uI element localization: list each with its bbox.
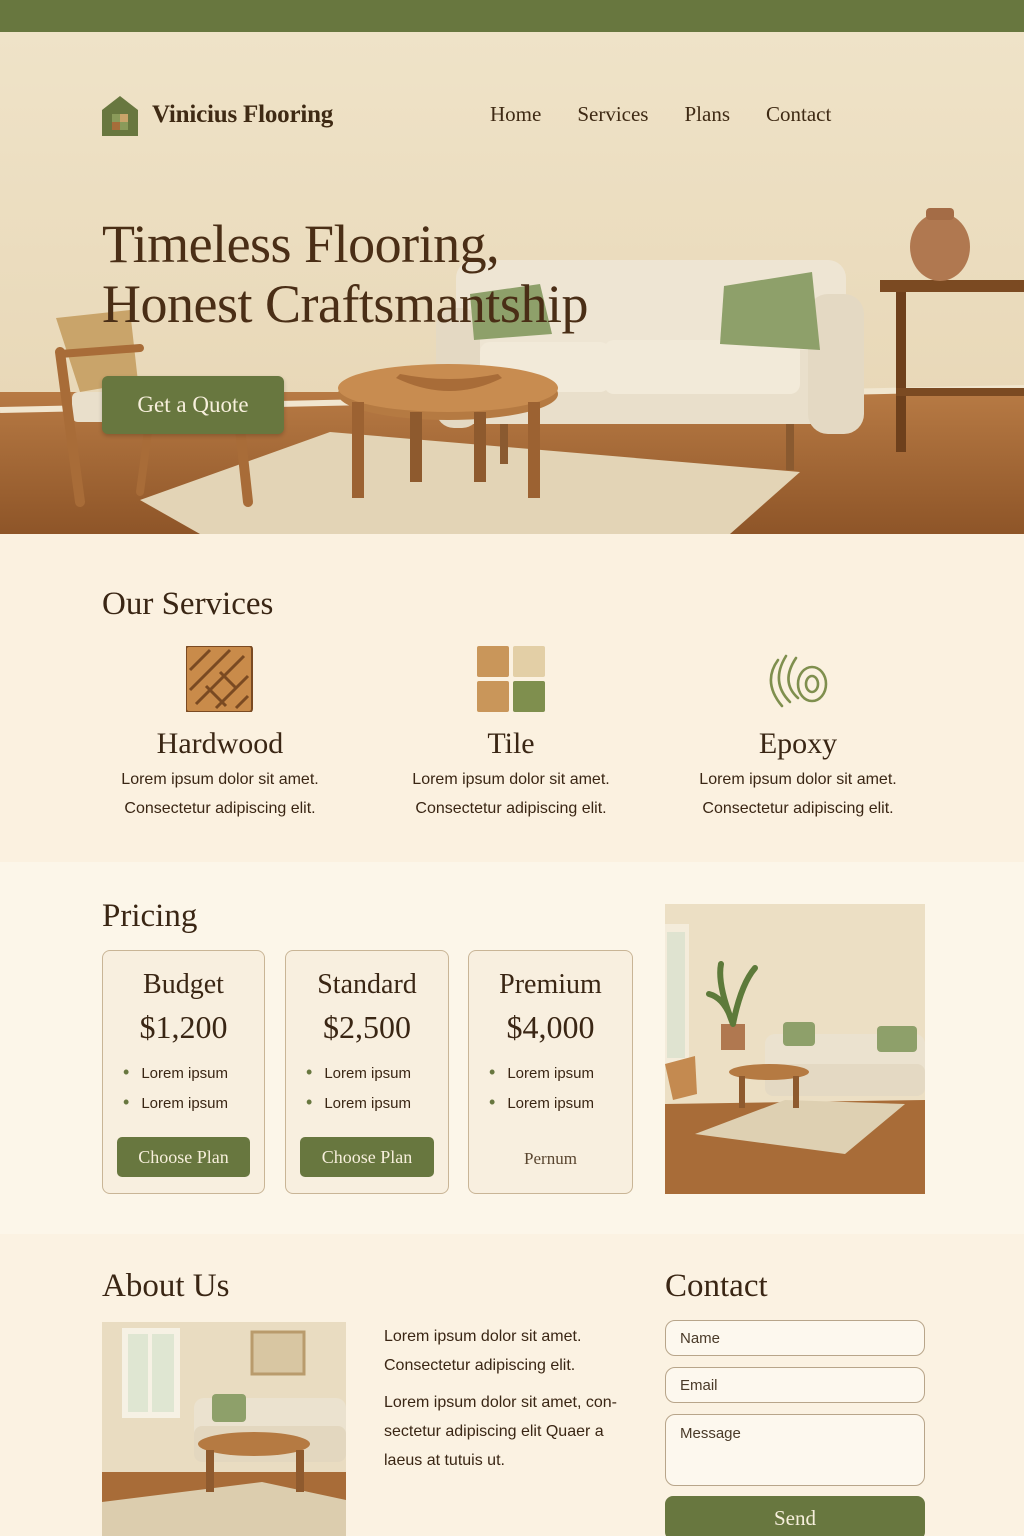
service-desc-line2: Consectetur adipiscing elit. bbox=[702, 800, 894, 817]
service-card-tile: Tile Lorem ipsum dolor sit amet. Consect… bbox=[381, 646, 641, 823]
choose-plan-button[interactable]: Choose Plan bbox=[117, 1137, 250, 1177]
plan-feature: Lorem ipsum bbox=[123, 1058, 264, 1088]
plan-card-premium: Premium $4,000 Lorem ipsum Lorem ipsum P… bbox=[468, 950, 633, 1194]
name-field[interactable]: Name bbox=[665, 1320, 925, 1356]
about-contact-section: About Us Lorem ipsum dolor sit amet. Con… bbox=[0, 1234, 1024, 1536]
service-desc-line1: Lorem ipsum dolor sit amet. bbox=[699, 771, 897, 788]
house-logo-icon bbox=[102, 96, 138, 136]
message-field[interactable]: Message bbox=[665, 1414, 925, 1486]
email-field[interactable]: Email bbox=[665, 1367, 925, 1403]
plan-name: Premium bbox=[499, 969, 602, 1000]
service-desc-line1: Lorem ipsum dolor sit amet. bbox=[412, 771, 610, 788]
plan-features: Lorem ipsum Lorem ipsum bbox=[489, 1058, 632, 1118]
plan-price: $1,200 bbox=[139, 1009, 228, 1045]
tile-icon bbox=[477, 646, 545, 712]
message-placeholder: Message bbox=[680, 1425, 741, 1442]
plan-card-standard: Standard $2,500 Lorem ipsum Lorem ipsum … bbox=[285, 950, 449, 1194]
name-placeholder: Name bbox=[680, 1329, 721, 1347]
hero-title-line1: Timeless Flooring, bbox=[102, 214, 500, 274]
plan-feature: Lorem ipsum bbox=[123, 1088, 264, 1118]
send-button[interactable]: Send bbox=[665, 1496, 925, 1536]
plan-feature: Lorem ipsum bbox=[489, 1058, 632, 1088]
plan-name: Standard bbox=[317, 969, 417, 1000]
nav-home[interactable]: Home bbox=[490, 102, 541, 127]
service-desc-line2: Consectetur adipiscing elit. bbox=[415, 800, 607, 817]
brand-name: Vinicius Flooring bbox=[152, 101, 334, 128]
about-text: Lorem ipsum dolor sit amet. Consectetur … bbox=[384, 1322, 634, 1483]
about-photo bbox=[102, 1322, 346, 1536]
plan-feature: Lorem ipsum bbox=[489, 1088, 632, 1118]
choose-plan-button[interactable]: Choose Plan bbox=[300, 1137, 434, 1177]
brand[interactable]: Vinicius Flooring bbox=[102, 94, 333, 136]
services-title: Our Services bbox=[102, 586, 274, 622]
get-quote-button[interactable]: Get a Quote bbox=[102, 376, 284, 434]
about-para1-line1: Lorem ipsum dolor sit amet. bbox=[384, 1328, 582, 1345]
room-photo bbox=[665, 904, 925, 1194]
hero-title: Timeless Flooring, Honest Craftsmantship bbox=[102, 214, 588, 334]
service-card-hardwood: Hardwood Lorem ipsum dolor sit amet. Con… bbox=[90, 645, 350, 823]
nav-contact[interactable]: Contact bbox=[766, 102, 831, 127]
about-room-image bbox=[102, 1322, 346, 1536]
plan-price: $4,000 bbox=[506, 1009, 595, 1045]
pricing-title: Pricing bbox=[102, 898, 198, 934]
plan-features: Lorem ipsum Lorem ipsum bbox=[123, 1058, 264, 1118]
email-placeholder: Email bbox=[680, 1376, 718, 1394]
service-name: Tile bbox=[487, 727, 535, 760]
plan-name: Budget bbox=[143, 969, 224, 1000]
about-para2: Lorem ipsum dolor sit amet, con-sectetur… bbox=[384, 1394, 617, 1469]
plan-features: Lorem ipsum Lorem ipsum bbox=[306, 1058, 448, 1118]
pricing-section: Pricing Budget $1,200 Lorem ipsum Lorem … bbox=[0, 862, 1024, 1234]
plan-feature: Lorem ipsum bbox=[306, 1088, 448, 1118]
pricing-room-image bbox=[665, 904, 925, 1194]
hero-section: Vinicius Flooring Home Services Plans Co… bbox=[0, 32, 1024, 534]
epoxy-icon bbox=[769, 654, 828, 708]
hardwood-icon bbox=[185, 645, 253, 713]
service-desc-line2: Consectetur adipiscing elit. bbox=[124, 800, 316, 817]
service-name: Hardwood bbox=[156, 727, 284, 760]
top-accent-bar bbox=[0, 0, 1024, 32]
hero-title-line2: Honest Craftsmantship bbox=[102, 274, 588, 334]
about-para1-line2: Consectetur adipiscing elit. bbox=[384, 1357, 576, 1374]
service-desc-line1: Lorem ipsum dolor sit amet. bbox=[121, 771, 319, 788]
plan-price: $2,500 bbox=[323, 1009, 411, 1045]
contact-title: Contact bbox=[665, 1268, 768, 1304]
about-title: About Us bbox=[102, 1268, 230, 1304]
plan-footer-text: Pernum bbox=[524, 1149, 577, 1168]
nav-plans[interactable]: Plans bbox=[684, 102, 730, 127]
service-name: Epoxy bbox=[758, 727, 838, 760]
services-section: Our Services Hardwood Lorem ipsum dolor … bbox=[0, 534, 1024, 862]
service-card-epoxy: Epoxy Lorem ipsum dolor sit amet. Consec… bbox=[668, 646, 928, 823]
plan-feature: Lorem ipsum bbox=[306, 1058, 448, 1088]
nav-services[interactable]: Services bbox=[577, 102, 648, 127]
plan-card-budget: Budget $1,200 Lorem ipsum Lorem ipsum Ch… bbox=[102, 950, 265, 1194]
main-nav: Home Services Plans Contact bbox=[490, 102, 831, 127]
